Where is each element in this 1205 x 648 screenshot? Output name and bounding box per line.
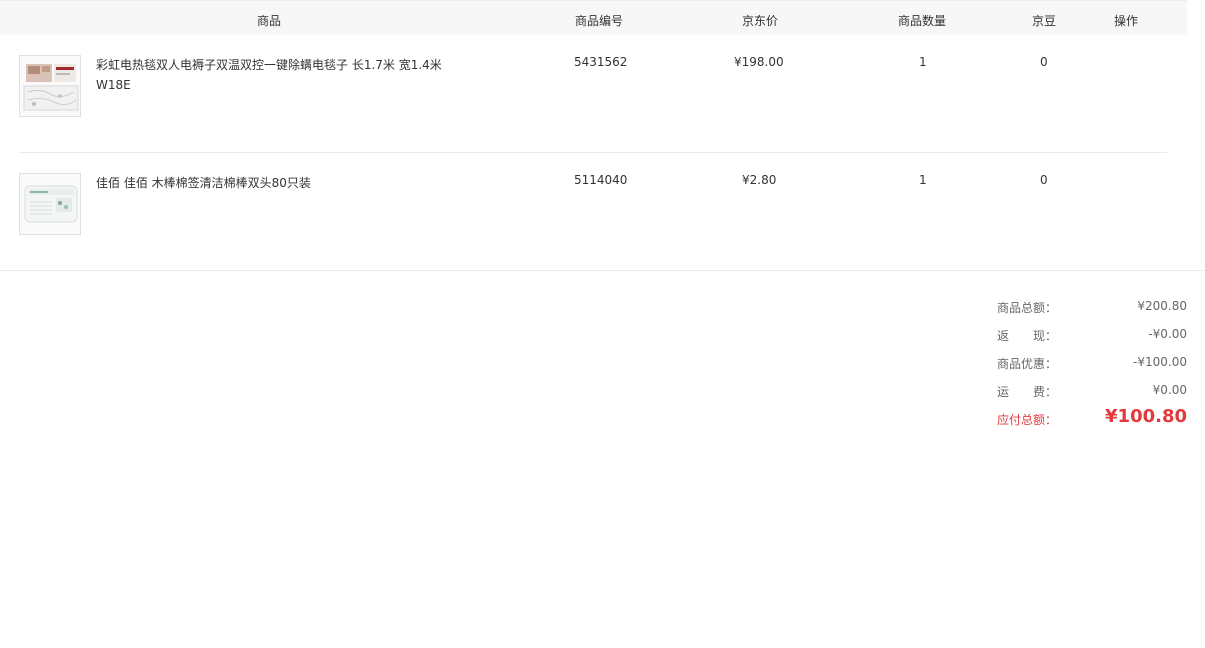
product-code: 5114040 — [574, 173, 628, 187]
product-name-link[interactable]: 佳佰 佳佰 木棒棉签清洁棉棒双头80只装 — [96, 173, 456, 193]
table-header: 商品 商品编号 京东价 商品数量 京豆 操作 — [0, 0, 1187, 35]
product-quantity: 1 — [919, 173, 927, 187]
cotton-swab-product-image[interactable] — [19, 173, 81, 235]
product-price: ¥198.00 — [734, 55, 784, 69]
discount-value: -¥100.00 — [1133, 355, 1187, 369]
table-bottom-divider — [0, 270, 1205, 271]
discount-label: 商品优惠： — [997, 357, 1058, 371]
header-price: 京东价 — [742, 14, 779, 28]
subtotal-value: ¥200.80 — [1137, 299, 1187, 313]
product-price: ¥2.80 — [742, 173, 777, 187]
header-action: 操作 — [1114, 14, 1139, 28]
product-quantity: 1 — [919, 55, 927, 69]
product-beans: 0 — [1040, 173, 1048, 187]
total-due-label: 应付总额： — [997, 413, 1058, 427]
subtotal-label: 商品总额： — [997, 301, 1058, 315]
total-due-value: ¥100.80 — [1105, 406, 1187, 427]
header-beans: 京豆 — [1032, 14, 1057, 28]
shipping-value: ¥0.00 — [1152, 383, 1187, 397]
header-product: 商品 — [257, 14, 282, 28]
product-name-link[interactable]: 彩虹电热毯双人电褥子双温双控一键除螨电毯子 长1.7米 宽1.4米 W18E — [96, 55, 456, 95]
cashback-value: -¥0.00 — [1148, 327, 1187, 341]
product-beans: 0 — [1040, 55, 1048, 69]
shipping-label: 运 费： — [997, 385, 1058, 399]
header-quantity: 商品数量 — [898, 14, 947, 28]
cashback-label: 返 现： — [997, 329, 1058, 343]
electric-blanket-product-image[interactable] — [19, 55, 81, 117]
row-divider — [19, 152, 1167, 153]
header-product-code: 商品编号 — [575, 14, 624, 28]
product-code: 5431562 — [574, 55, 628, 69]
